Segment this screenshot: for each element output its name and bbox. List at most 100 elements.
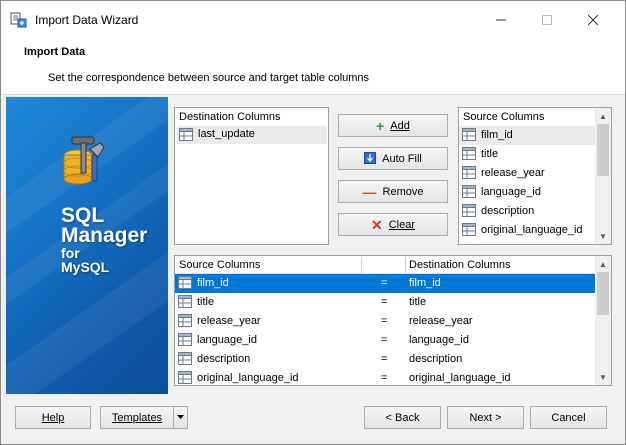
scroll-down-icon[interactable]: ▼ xyxy=(595,228,611,244)
list-item[interactable]: language_id xyxy=(459,183,595,202)
table-column-icon xyxy=(462,128,476,144)
mapping-source-cell: release_year xyxy=(197,315,261,327)
auto-fill-button-label: Auto Fill xyxy=(382,152,422,165)
list-item-label: language_id xyxy=(481,186,541,198)
table-column-icon xyxy=(178,371,192,387)
list-item-label: release_year xyxy=(481,167,545,179)
source-list-scrollbar[interactable]: ▲ ▼ xyxy=(595,108,611,244)
list-item[interactable]: original_language_id xyxy=(459,221,595,240)
mapping-source-cell: language_id xyxy=(197,334,257,346)
table-row[interactable]: description = description xyxy=(175,350,596,369)
table-column-icon xyxy=(178,276,192,292)
back-button-label: < Back xyxy=(385,411,420,424)
close-button[interactable] xyxy=(570,1,616,39)
wizard-header: Import Data Set the correspondence betwe… xyxy=(1,39,625,95)
product-banner: SQL Manager for MySQL xyxy=(6,97,168,394)
title-bar: Import Data Wizard xyxy=(1,1,625,39)
table-column-icon xyxy=(462,204,476,220)
mapping-source-cell: film_id xyxy=(197,277,229,289)
next-button-label: Next > xyxy=(469,411,502,424)
banner-line-1: SQL xyxy=(61,204,105,227)
mapping-grid-header: Source Columns Destination Columns xyxy=(175,256,596,274)
list-item[interactable]: film_id xyxy=(459,126,595,145)
next-button[interactable]: Next > xyxy=(447,406,524,429)
list-item-label: film_id xyxy=(481,129,513,141)
mapping-source-cell: original_language_id xyxy=(197,372,299,384)
table-column-icon xyxy=(462,166,476,182)
mapping-dest-cell: original_language_id xyxy=(409,372,511,384)
help-button-label: Help xyxy=(41,411,65,424)
table-column-icon xyxy=(178,352,192,368)
table-column-icon xyxy=(462,147,476,163)
add-button[interactable]: + Add xyxy=(338,114,448,137)
clear-x-icon: ✕ xyxy=(370,216,383,233)
mapping-grid-scrollbar[interactable]: ▲ ▼ xyxy=(595,256,611,385)
templates-dropdown-button[interactable] xyxy=(173,406,188,429)
list-item-label: description xyxy=(481,205,535,217)
mapping-source-cell: title xyxy=(197,296,215,308)
cancel-button[interactable]: Cancel xyxy=(530,406,607,429)
mapping-equals-cell: = xyxy=(381,315,388,327)
list-item[interactable]: last_update xyxy=(177,126,327,144)
table-row[interactable]: original_language_id = original_language… xyxy=(175,369,596,388)
maximize-button[interactable] xyxy=(524,1,570,39)
wizard-app-icon xyxy=(10,12,28,28)
mapping-dest-header[interactable]: Destination Columns xyxy=(409,259,511,271)
scroll-up-icon[interactable]: ▲ xyxy=(595,256,611,272)
mapping-equals-cell: = xyxy=(381,296,388,308)
mapping-dest-cell: title xyxy=(409,296,427,308)
list-item[interactable]: description xyxy=(459,202,595,221)
list-item-label: last_update xyxy=(198,128,255,140)
source-columns-heading: Source Columns xyxy=(463,111,545,123)
mapping-equals-cell: = xyxy=(381,353,388,365)
maximize-icon xyxy=(542,15,552,25)
scroll-thumb[interactable] xyxy=(597,272,609,315)
table-column-icon xyxy=(179,128,193,144)
step-title: Import Data xyxy=(24,46,86,58)
source-columns-list[interactable]: Source Columns film_id title release_yea… xyxy=(458,107,612,245)
mapping-dest-cell: release_year xyxy=(409,315,473,327)
step-description: Set the correspondence between source an… xyxy=(48,72,370,84)
scroll-thumb[interactable] xyxy=(597,124,609,176)
destination-columns-list[interactable]: Destination Columns last_update xyxy=(174,107,329,245)
mapping-equals-cell: = xyxy=(381,334,388,346)
list-item[interactable]: release_year xyxy=(459,164,595,183)
column-mapping-grid[interactable]: Source Columns Destination Columns film_… xyxy=(174,255,612,386)
destination-columns-heading: Destination Columns xyxy=(179,111,281,123)
help-button[interactable]: Help xyxy=(15,406,91,429)
wizard-footer: Help Templates < Back Next > Cancel xyxy=(1,396,625,444)
scroll-down-icon[interactable]: ▼ xyxy=(595,369,611,385)
templates-button[interactable]: Templates xyxy=(100,406,174,429)
remove-button[interactable]: — Remove xyxy=(338,180,448,203)
clear-button[interactable]: ✕ Clear xyxy=(338,213,448,236)
table-row[interactable]: release_year = release_year xyxy=(175,312,596,331)
table-row[interactable]: title = title xyxy=(175,293,596,312)
auto-fill-button[interactable]: Auto Fill xyxy=(338,147,448,170)
clear-button-label: Clear xyxy=(388,218,416,231)
banner-line-4: MySQL xyxy=(61,259,110,275)
minus-icon: — xyxy=(362,183,377,200)
back-button[interactable]: < Back xyxy=(364,406,441,429)
mapping-dest-cell: description xyxy=(409,353,463,365)
table-column-icon xyxy=(178,295,192,311)
database-tools-logo-icon xyxy=(60,135,106,189)
remove-button-label: Remove xyxy=(382,185,424,198)
table-column-icon xyxy=(178,333,192,349)
scroll-up-icon[interactable]: ▲ xyxy=(595,108,611,124)
add-button-label: Add xyxy=(390,119,410,132)
table-row[interactable]: language_id = language_id xyxy=(175,331,596,350)
banner-line-3: for xyxy=(61,245,80,261)
list-item[interactable]: title xyxy=(459,145,595,164)
minimize-icon xyxy=(496,19,506,21)
list-item-label: original_language_id xyxy=(481,224,583,236)
table-column-icon xyxy=(462,223,476,239)
close-icon xyxy=(588,15,598,25)
mapping-source-header[interactable]: Source Columns xyxy=(179,259,260,271)
table-row[interactable]: film_id = film_id xyxy=(175,274,596,293)
minimize-button[interactable] xyxy=(478,1,524,39)
mapping-dest-cell: film_id xyxy=(409,277,441,289)
mapping-equals-cell: = xyxy=(381,277,388,289)
banner-line-2: Manager xyxy=(61,224,148,247)
templates-button-label: Templates xyxy=(111,411,163,424)
plus-icon: + xyxy=(376,117,385,134)
